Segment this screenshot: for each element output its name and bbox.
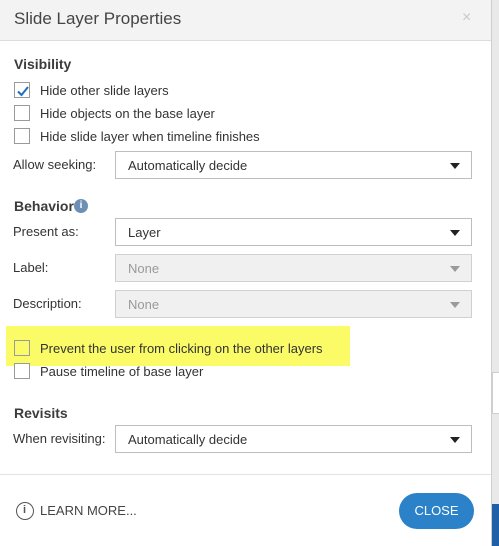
hide-when-finishes-label: Hide slide layer when timeline finishes	[40, 128, 260, 144]
present-as-select[interactable]: Layer	[115, 218, 472, 246]
hide-base-objects-label: Hide objects on the base layer	[40, 105, 215, 121]
hide-other-layers-label: Hide other slide layers	[40, 82, 169, 98]
info-icon[interactable]: i	[74, 199, 88, 213]
close-icon[interactable]: ×	[462, 9, 471, 27]
hide-when-finishes-option[interactable]: Hide slide layer when timeline finishes	[14, 127, 260, 145]
behavior-heading: Behavior	[14, 198, 74, 214]
pause-timeline-option[interactable]: Pause timeline of base layer	[14, 362, 203, 380]
chevron-down-icon	[450, 163, 460, 169]
background-panel	[491, 0, 499, 546]
when-revisiting-value: Automatically decide	[128, 432, 248, 447]
label-select: None	[115, 254, 472, 282]
learn-more-link[interactable]: LEARN MORE...	[40, 503, 137, 518]
dialog-title: Slide Layer Properties	[14, 9, 182, 28]
info-circle-icon[interactable]: i	[16, 502, 34, 520]
present-as-value: Layer	[128, 225, 161, 240]
allow-seeking-label: Allow seeking:	[13, 157, 97, 172]
chevron-down-icon	[450, 266, 460, 272]
label-field-label: Label:	[13, 260, 49, 275]
info-circle-glyph: i	[22, 504, 27, 516]
hide-other-layers-option[interactable]: Hide other slide layers	[14, 81, 169, 99]
prevent-clicking-label: Prevent the user from clicking on the ot…	[40, 340, 323, 356]
description-select: None	[115, 290, 472, 318]
chevron-down-icon	[450, 437, 460, 443]
checkmark-icon	[17, 86, 29, 97]
chevron-down-icon	[450, 302, 460, 308]
prevent-clicking-checkbox[interactable]	[14, 340, 30, 356]
hide-when-finishes-checkbox[interactable]	[14, 128, 30, 144]
close-button[interactable]: CLOSE	[399, 493, 474, 529]
hide-base-objects-checkbox[interactable]	[14, 105, 30, 121]
background-accent	[492, 504, 499, 546]
present-as-label: Present as:	[13, 224, 79, 239]
pause-timeline-checkbox[interactable]	[14, 363, 30, 379]
prevent-clicking-option[interactable]: Prevent the user from clicking on the ot…	[14, 339, 323, 357]
label-value: None	[128, 261, 160, 276]
dialog-header: Slide Layer Properties ×	[0, 0, 491, 41]
description-label: Description:	[13, 296, 82, 311]
info-glyph: i	[79, 200, 83, 211]
hide-other-layers-checkbox[interactable]	[14, 82, 30, 98]
slide-layer-properties-dialog: Slide Layer Properties × Visibility Hide…	[0, 0, 492, 546]
allow-seeking-value: Automatically decide	[128, 158, 248, 173]
hide-base-objects-option[interactable]: Hide objects on the base layer	[14, 104, 215, 122]
when-revisiting-label: When revisiting:	[13, 431, 106, 446]
allow-seeking-select[interactable]: Automatically decide	[115, 151, 472, 179]
background-tab	[492, 372, 499, 414]
description-value: None	[128, 297, 160, 312]
revisits-heading: Revisits	[14, 405, 68, 421]
when-revisiting-select[interactable]: Automatically decide	[115, 425, 472, 453]
pause-timeline-label: Pause timeline of base layer	[40, 363, 204, 379]
chevron-down-icon	[450, 230, 460, 236]
visibility-heading: Visibility	[14, 56, 72, 72]
footer-divider	[0, 474, 491, 475]
